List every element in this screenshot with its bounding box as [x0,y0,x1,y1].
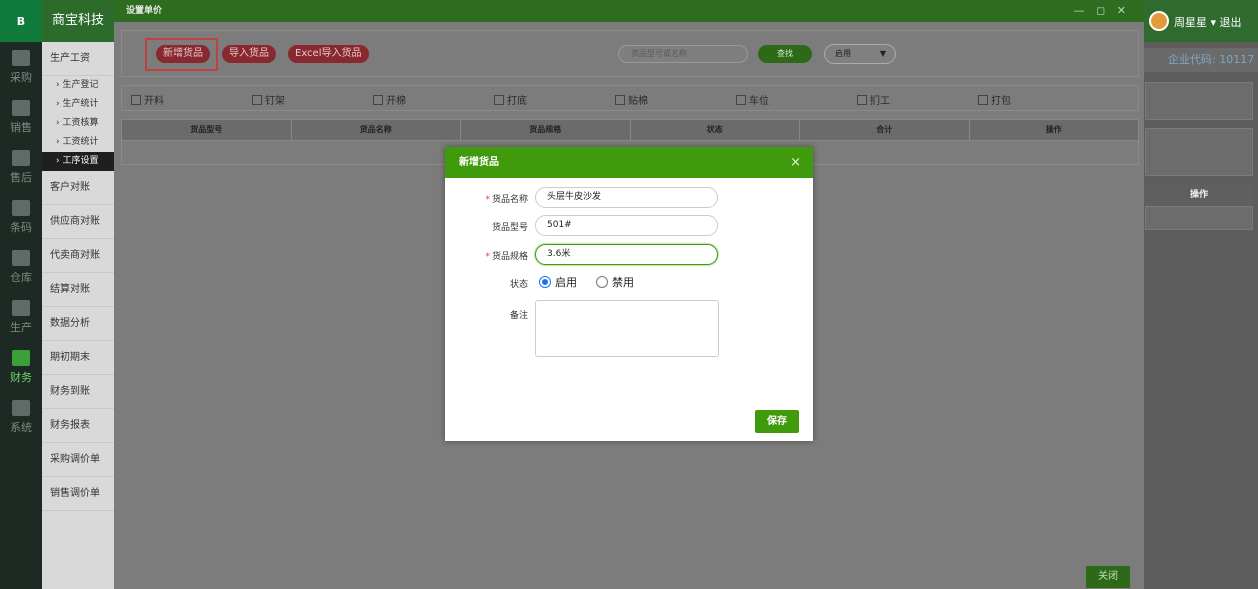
side-menu: 商宝科技 生产工资 › 生产登记 › 生产统计 › 工资核算 › 工资统计 › … [42,0,114,589]
checkbox-packing[interactable]: 打包 [978,92,1011,107]
remark-textarea[interactable] [535,300,719,357]
grid-icon [12,99,30,116]
menu-item-production-wage[interactable]: 生产工资 [42,42,114,76]
table-header: 货品型号 货品名称 货品规格 状态 合计 操作 [121,119,1139,141]
menu-item[interactable]: 客户对账 [42,171,114,205]
chevron-down-icon: ▼ [879,49,886,58]
background-panel [1145,82,1253,120]
column-header[interactable]: 操作 [970,120,1139,140]
field-status: 状态 启用 禁用 [509,274,634,290]
close-window-button[interactable]: 关闭 [1086,566,1130,588]
checkbox-cutting[interactable]: 开料 [131,92,164,107]
brand-title: 商宝科技 [42,0,114,42]
column-header[interactable]: 状态 [631,120,800,140]
rail-item-purchase[interactable]: 采购 [0,42,42,92]
toolbar: 新增货品 导入货品 Excel导入货品 货品型号或名称 查找 启用 ▼ [121,30,1139,77]
avatar[interactable] [1149,11,1169,31]
app-logo: B [0,0,42,42]
dialog-header: 新增货品 × [445,147,813,178]
menu-item[interactable]: 采购调价单 [42,443,114,477]
rail-item-sales[interactable]: 销售 [0,92,42,142]
menu-item[interactable]: 供应商对账 [42,205,114,239]
status-select[interactable]: 启用 ▼ [824,44,896,64]
process-checkbox-row: 开料 钉架 开棉 打底 贴棉 车位 扪工 打包 [121,85,1139,111]
rail-item-system[interactable]: 系统 [0,392,42,442]
window-controls[interactable]: — ◻ ✕ [1074,4,1130,17]
add-product-button[interactable]: 新增货品 [156,45,210,63]
rail-item-finance[interactable]: 财务 [0,342,42,392]
cart-icon [12,49,30,66]
user-menu[interactable]: 周星星 ▾ 退出 [1174,14,1242,30]
checkbox-upholstery[interactable]: 扪工 [857,92,890,107]
product-spec-input[interactable]: 3.6米 [535,244,718,265]
search-button[interactable]: 查找 [758,45,812,63]
save-button[interactable]: 保存 [755,410,799,433]
dialog-title: 新增货品 [459,157,499,168]
checkbox-framing[interactable]: 钉架 [252,92,285,107]
gear-icon [12,399,30,416]
barcode-icon [12,199,30,216]
checkbox-base[interactable]: 打底 [494,92,527,107]
menu-sub-item-active[interactable]: › 工序设置 [42,152,114,171]
close-icon[interactable]: × [790,147,801,178]
status-disabled-radio[interactable]: 禁用 [596,274,634,290]
excel-import-button[interactable]: Excel导入货品 [288,45,369,63]
column-header[interactable]: 货品型号 [122,120,292,140]
field-product-model: 货品型号 501# [445,215,813,237]
status-enabled-radio[interactable]: 启用 [539,274,577,290]
rail-item-warehouse[interactable]: 仓库 [0,242,42,292]
grid-icon [12,149,30,166]
top-bar: 周星星 ▾ 退出 [1140,0,1258,42]
company-code: 企业代码: 10117 [1140,48,1258,72]
menu-sub-item[interactable]: › 工资核算 [42,114,114,133]
menu-sub-item[interactable]: › 生产统计 [42,95,114,114]
menu-item[interactable]: 期初期末 [42,341,114,375]
rail-item-aftersale[interactable]: 售后 [0,142,42,192]
menu-item[interactable]: 结算对账 [42,273,114,307]
menu-item[interactable]: 数据分析 [42,307,114,341]
column-header[interactable]: 货品名称 [292,120,461,140]
product-model-input[interactable]: 501# [535,215,718,236]
menu-item[interactable]: 代卖商对账 [42,239,114,273]
product-name-input[interactable]: 头层牛皮沙发 [535,187,718,208]
field-product-spec: * 货品规格 3.6米 [445,244,813,266]
add-product-dialog: 新增货品 × * 货品名称 头层牛皮沙发 货品型号 501# * 货品规格 3.6米… [445,147,813,441]
rail-item-barcode[interactable]: 条码 [0,192,42,242]
app-icon-rail: B 采购 销售 售后 条码 仓库 生产 财务 系统 [0,0,42,589]
calculator-icon [12,349,30,366]
checkbox-cotton[interactable]: 开棉 [373,92,406,107]
field-product-name: * 货品名称 头层牛皮沙发 [445,187,813,209]
menu-sub-item[interactable]: › 生产登记 [42,76,114,95]
rail-item-production[interactable]: 生产 [0,292,42,342]
background-panel [1145,206,1253,230]
window-title: 设置单价 [114,0,1144,22]
checkbox-padding[interactable]: 贴棉 [615,92,648,107]
required-mark: * [485,195,490,205]
menu-item[interactable]: 财务到账 [42,375,114,409]
logout-link[interactable]: 退出 [1220,16,1242,29]
checkbox-sewing[interactable]: 车位 [736,92,769,107]
import-product-button[interactable]: 导入货品 [222,45,276,63]
menu-item[interactable]: 财务报表 [42,409,114,443]
background-panel [1145,128,1253,176]
search-input[interactable]: 货品型号或名称 [618,45,748,63]
robot-arm-icon [12,299,30,316]
background-table-header: 操作 [1145,184,1253,206]
column-header[interactable]: 货品规格 [461,120,631,140]
warehouse-icon [12,249,30,266]
column-header[interactable]: 合计 [800,120,970,140]
menu-item[interactable]: 销售调价单 [42,477,114,511]
menu-sub-item[interactable]: › 工资统计 [42,133,114,152]
required-mark: * [485,252,490,262]
